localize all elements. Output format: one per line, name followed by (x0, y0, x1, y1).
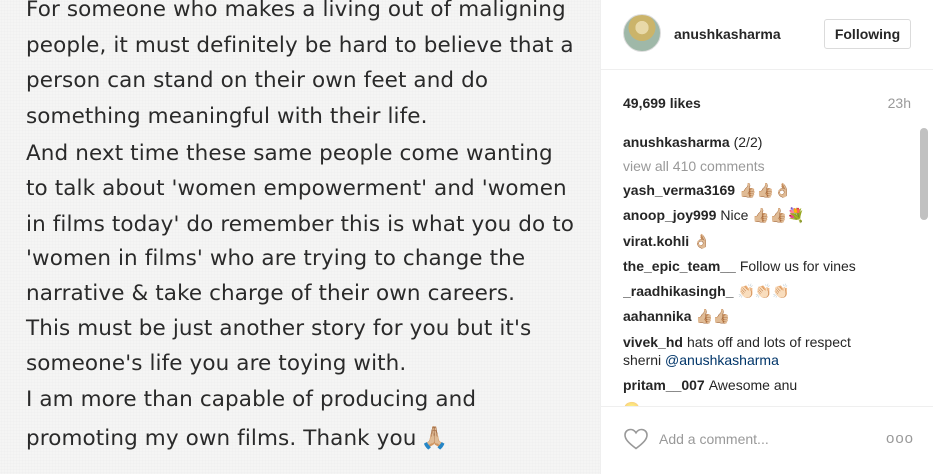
comment-username[interactable]: vivek_hd (623, 334, 683, 350)
heart-icon[interactable] (623, 427, 649, 451)
comment-text-continued: sherni (623, 352, 662, 368)
comment-text: Follow us for vines (739, 258, 856, 274)
post-image[interactable]: For someone who makes a living out of ma… (0, 0, 601, 474)
note-line: to talk about 'women empowerment' and 'w… (26, 176, 567, 201)
post-sidebar: anushkasharma Following 49,699 likes 23h… (601, 0, 933, 474)
comment-username[interactable]: _raadhikasingh_ (623, 283, 734, 299)
comment-username[interactable]: virat.kohli (623, 233, 689, 249)
comment-text: 👌🏼 (693, 233, 711, 249)
caption-username[interactable]: anushkasharma (623, 134, 730, 150)
comment-text: hats off and lots of respect (686, 334, 851, 350)
comment-username[interactable]: yash_verma3169 (623, 182, 735, 198)
comment-username[interactable]: anoop_joy999 (623, 207, 716, 223)
comment-username[interactable]: the_epic_team__ (623, 258, 736, 274)
comment-text: 👏🏻👏🏻👏🏻 (737, 283, 790, 299)
comment-text: Awesome anu (708, 377, 798, 393)
mention-link[interactable]: @anushkasharma (665, 352, 779, 368)
comment-text: Nice 👍🏼👍🏼💐 (720, 207, 805, 223)
list-item: aahannika 👍🏼👍🏼 (623, 307, 730, 325)
more-options-icon[interactable]: ooo (886, 430, 914, 447)
caption: anushkasharma (2/2) (623, 133, 762, 151)
post-header: anushkasharma Following (601, 0, 933, 70)
post-timestamp[interactable]: 23h (888, 95, 911, 111)
list-item: _raadhikasingh_ 👏🏻👏🏻👏🏻 (623, 282, 790, 300)
comment-text: 👍🏼👍🏼 (695, 308, 731, 324)
note-line: someone's life you are toying with. (26, 351, 407, 376)
note-line: For someone who makes a living out of ma… (26, 0, 566, 22)
comment-username[interactable]: aahannika (623, 308, 691, 324)
scrollbar-thumb[interactable] (920, 128, 928, 220)
comment-text: 👍🏼👍🏼👌🏼 (739, 182, 792, 198)
note-line-last: promoting my own films. Thank you 🙏🏼 (26, 426, 448, 451)
comment-bar: ooo (601, 406, 933, 474)
note-line-text: promoting my own films. Thank you (26, 426, 417, 451)
post-username[interactable]: anushkasharma (674, 26, 781, 42)
following-button[interactable]: Following (824, 19, 911, 49)
list-item: pritam__007 Awesome anu (623, 376, 797, 394)
list-item: virat.kohli 👌🏼 (623, 232, 711, 250)
note-line: I am more than capable of producing and (26, 387, 477, 412)
list-item: the_epic_team__ Follow us for vines (623, 257, 856, 275)
note-line: in films today' do remember this is what… (26, 212, 574, 237)
folded-hands-emoji: 🙏🏼 (420, 426, 448, 451)
list-item: anoop_joy999 Nice 👍🏼👍🏼💐 (623, 206, 805, 224)
caption-text: (2/2) (733, 134, 763, 150)
comment-username[interactable]: pritam__007 (623, 377, 705, 393)
note-line: This must be just another story for you … (26, 316, 532, 341)
list-item: vivek_hd hats off and lots of respect sher… (623, 333, 851, 369)
note-line: And next time these same people come wan… (26, 141, 553, 166)
note-line: 'women in films' who are trying to chang… (26, 246, 526, 271)
comments-list[interactable]: anushkasharma (2/2) view all 410 comments… (623, 128, 913, 406)
likes-count[interactable]: 49,699 likes (623, 95, 701, 111)
avatar[interactable] (623, 14, 661, 52)
comments-scrollbar[interactable] (920, 128, 928, 406)
instagram-post-view: For someone who makes a living out of ma… (0, 0, 933, 474)
note-line: narrative & take charge of their own car… (26, 281, 516, 306)
note-line: something meaningful with their life. (26, 104, 428, 129)
view-all-comments-link[interactable]: view all 410 comments (623, 157, 765, 175)
note-line: person can stand on their own feet and d… (26, 68, 489, 93)
note-line: people, it must definitely be hard to be… (26, 33, 574, 58)
add-comment-input[interactable] (659, 429, 859, 449)
list-item: yash_verma3169 👍🏼👍🏼👌🏼 (623, 181, 791, 199)
